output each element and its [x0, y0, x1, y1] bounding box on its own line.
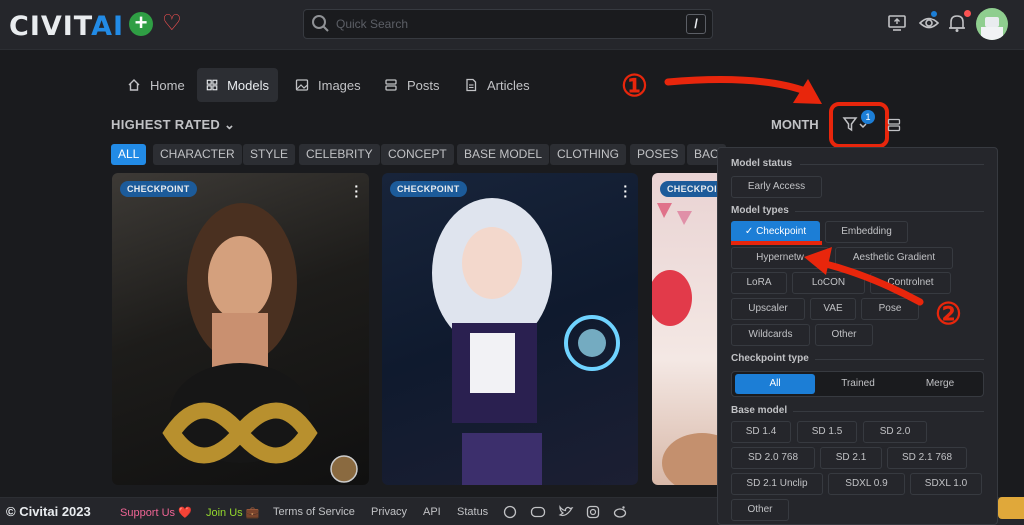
- create-button[interactable]: +: [129, 12, 153, 36]
- card-image: [162, 203, 358, 483]
- filter-sd21[interactable]: SD 2.1: [820, 447, 882, 469]
- model-card[interactable]: CHECKPOINT: [652, 173, 722, 485]
- category-all[interactable]: ALL: [111, 144, 147, 165]
- chevron-down-icon: ⌄: [224, 117, 236, 132]
- search-input[interactable]: Quick Search /: [303, 9, 713, 39]
- article-icon: [466, 78, 477, 92]
- segment-trained[interactable]: Trained: [818, 374, 898, 394]
- filter-sdxl09[interactable]: SDXL 0.9: [828, 473, 905, 495]
- github-icon[interactable]: [503, 505, 517, 519]
- segment-merge[interactable]: Merge: [900, 374, 980, 394]
- avatar[interactable]: [976, 8, 1008, 40]
- api-link[interactable]: API: [423, 506, 441, 518]
- filter-sd21-768[interactable]: SD 2.1 768: [887, 447, 967, 469]
- category-poses[interactable]: POSES: [630, 144, 686, 165]
- nav-models[interactable]: Models: [197, 68, 278, 102]
- more-menu-icon[interactable]: · · ·: [623, 179, 628, 203]
- category-celebrity[interactable]: CELEBRITY: [299, 144, 380, 165]
- filter-controlnet[interactable]: Controlnet: [870, 272, 951, 294]
- discord-icon[interactable]: [530, 505, 546, 519]
- terms-link[interactable]: Terms of Service: [273, 506, 355, 518]
- filter-sd14[interactable]: SD 1.4: [731, 421, 791, 443]
- eye-badge: [929, 9, 939, 19]
- model-card[interactable]: CHECKPOINT · · ·: [112, 173, 369, 485]
- nav-articles[interactable]: Articles: [455, 68, 539, 102]
- top-bar: CIVITAI + ♡ Quick Search /: [0, 0, 1024, 50]
- category-style[interactable]: STYLE: [243, 144, 296, 165]
- filter-upscaler[interactable]: Upscaler: [731, 298, 805, 320]
- notification-dot: [964, 10, 971, 17]
- checkpoint-type-segmented[interactable]: All Trained Merge: [731, 371, 984, 397]
- privacy-link[interactable]: Privacy: [371, 506, 407, 518]
- upload-monitor-icon[interactable]: [887, 13, 907, 33]
- annotation-step-1: ①: [621, 70, 648, 103]
- category-clothing[interactable]: CLOTHING: [550, 144, 627, 165]
- footer-action-button[interactable]: [998, 497, 1024, 519]
- grid-icon: [206, 79, 218, 91]
- nav-home[interactable]: Home: [118, 68, 194, 102]
- support-link[interactable]: Support Us ❤️: [120, 506, 192, 519]
- base-model-title: Base model: [731, 405, 788, 416]
- filter-other-type[interactable]: Other: [815, 324, 873, 346]
- model-types-title: Model types: [731, 205, 789, 216]
- search-icon: [312, 15, 329, 32]
- divider: [815, 359, 984, 360]
- copyright: © Civitai 2023: [6, 504, 91, 519]
- status-link[interactable]: Status: [457, 506, 488, 518]
- filter-vae[interactable]: VAE: [810, 298, 856, 320]
- nav-posts[interactable]: Posts: [375, 68, 449, 102]
- join-link[interactable]: Join Us 💼: [206, 506, 259, 519]
- filter-pose[interactable]: Pose: [861, 298, 919, 320]
- search-placeholder: Quick Search: [336, 17, 409, 31]
- category-concept[interactable]: CONCEPT: [381, 144, 454, 165]
- segment-all[interactable]: All: [735, 374, 815, 394]
- filter-aesthetic-gradient[interactable]: Aesthetic Gradient: [835, 247, 953, 269]
- divider: [793, 411, 984, 412]
- period-dropdown[interactable]: MONTH: [771, 117, 819, 132]
- annotation-step-2: ②: [935, 298, 962, 331]
- sort-dropdown[interactable]: HIGHEST RATED ⌄: [111, 117, 235, 133]
- search-shortcut: /: [686, 14, 706, 34]
- checkpoint-type-title: Checkpoint type: [731, 353, 809, 364]
- card-image: [652, 203, 722, 485]
- twitter-icon[interactable]: [558, 505, 574, 519]
- check-icon: ✓: [744, 226, 757, 237]
- card-type-badge: CHECKPOINT: [390, 181, 467, 197]
- divider: [800, 164, 984, 165]
- filter-hypernetwork[interactable]: Hypernetw: [731, 247, 829, 269]
- filter-locon[interactable]: LoCON: [792, 272, 865, 294]
- filter-sd15[interactable]: SD 1.5: [797, 421, 857, 443]
- card-image: [432, 198, 620, 485]
- home-icon: [128, 79, 140, 91]
- filter-wildcards[interactable]: Wildcards: [731, 324, 810, 346]
- model-card[interactable]: CHECKPOINT · · ·: [382, 173, 638, 485]
- posts-icon: [385, 79, 397, 91]
- heart-icon[interactable]: ♡: [162, 10, 182, 36]
- filter-checkpoint[interactable]: ✓ Checkpoint: [731, 221, 820, 243]
- filter-sdxl10[interactable]: SDXL 1.0: [910, 473, 982, 495]
- filter-embedding[interactable]: Embedding: [825, 221, 908, 243]
- filter-early-access[interactable]: Early Access: [731, 176, 822, 198]
- category-base-model[interactable]: BASE MODEL: [457, 144, 550, 165]
- filter-button-highlight: [829, 102, 889, 148]
- bell-icon[interactable]: [948, 13, 966, 33]
- filter-sd20-768[interactable]: SD 2.0 768: [731, 447, 815, 469]
- image-icon: [295, 79, 309, 91]
- nav-images[interactable]: Images: [286, 68, 370, 102]
- reddit-icon[interactable]: [613, 505, 627, 519]
- filter-lora[interactable]: LoRA: [731, 272, 787, 294]
- category-character[interactable]: CHARACTER: [153, 144, 242, 165]
- layout-icon[interactable]: [887, 118, 901, 132]
- divider: [795, 211, 984, 212]
- annotation-underline: [731, 241, 822, 245]
- card-type-badge: CHECKPOINT: [660, 181, 722, 197]
- civitai-logo[interactable]: CIVITAI: [9, 11, 124, 42]
- filter-other-base[interactable]: Other: [731, 499, 789, 521]
- instagram-icon[interactable]: [586, 505, 600, 519]
- filter-sd20[interactable]: SD 2.0: [863, 421, 927, 443]
- card-type-badge: CHECKPOINT: [120, 181, 197, 197]
- more-menu-icon[interactable]: · · ·: [354, 179, 359, 203]
- filter-sd21-unclip[interactable]: SD 2.1 Unclip: [731, 473, 823, 495]
- model-status-title: Model status: [731, 158, 793, 169]
